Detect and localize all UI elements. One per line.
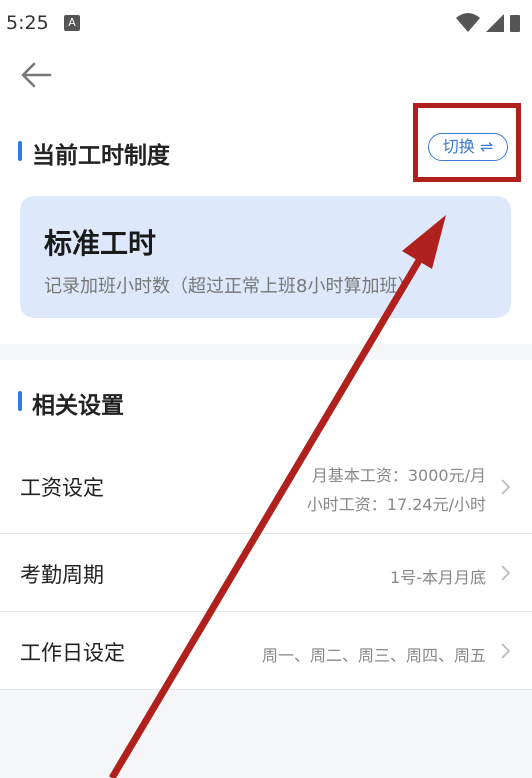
status-icons (456, 13, 520, 32)
attendance-cycle-value: 1号-本月月底 (390, 568, 486, 587)
status-time: 5:25 (6, 12, 49, 34)
status-bar: 5:25 A (0, 0, 532, 46)
wifi-icon (456, 13, 480, 32)
attendance-cycle-label: 考勤周期 (20, 563, 104, 587)
chevron-right-icon (501, 565, 511, 581)
workday-setting-row[interactable]: 工作日设定 周一、周二、周三、周四、周五 (0, 612, 532, 690)
salary-setting-row[interactable]: 工资设定 月基本工资：3000元/月 小时工资：17.24元/小时 (0, 440, 532, 534)
chevron-right-icon (501, 479, 511, 495)
chevron-right-icon (501, 643, 511, 659)
settings-section: 相关设置 工资设定 月基本工资：3000元/月 小时工资：17.24元/小时 考… (0, 360, 532, 690)
battery-icon (510, 15, 520, 32)
related-settings-title: 相关设置 (18, 386, 124, 420)
signal-icon (486, 14, 504, 32)
workday-label: 工作日设定 (20, 641, 125, 665)
attendance-cycle-row[interactable]: 考勤周期 1号-本月月底 (0, 534, 532, 612)
mode-description: 记录加班小时数（超过正常上班8小时算加班） (44, 276, 416, 297)
annotation-highlight-box (413, 103, 521, 182)
back-arrow-icon[interactable] (18, 60, 54, 90)
current-mode-card[interactable]: 标准工时 记录加班小时数（超过正常上班8小时算加班） (20, 196, 511, 318)
mode-name: 标准工时 (44, 227, 157, 260)
notification-icon: A (64, 15, 80, 31)
hourly-salary-value: 小时工资：17.24元/小时 (306, 495, 486, 514)
current-mode-title: 当前工时制度 (18, 136, 170, 170)
salary-label: 工资设定 (20, 476, 104, 500)
header-section: 当前工时制度 切换 ⇌ 标准工时 记录加班小时数（超过正常上班8小时算加班） (0, 46, 532, 344)
monthly-salary-value: 月基本工资：3000元/月 (311, 466, 486, 485)
workday-value: 周一、周二、周三、周四、周五 (261, 646, 486, 665)
